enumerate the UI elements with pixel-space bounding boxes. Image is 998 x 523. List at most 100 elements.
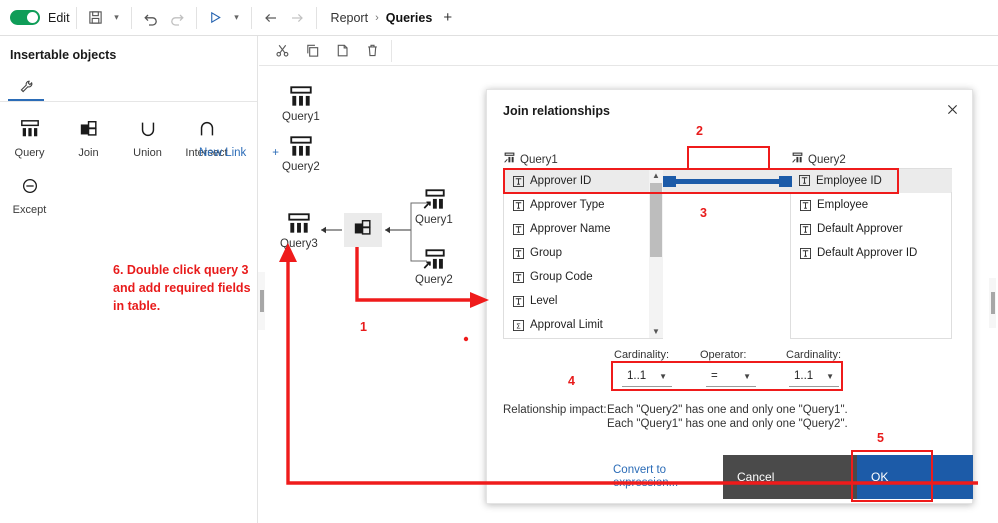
insertable-item-label: Union — [133, 147, 162, 159]
text-field-icon — [800, 223, 811, 235]
convert-to-expression-link[interactable]: Convert to expression... — [613, 464, 683, 490]
toolbar-divider — [75, 6, 77, 29]
canvas-node-join[interactable] — [344, 213, 382, 247]
breadcrumb-separator: › — [375, 11, 379, 24]
redo-icon[interactable] — [164, 5, 190, 31]
cardinality-left-value: 1..1 — [627, 370, 647, 382]
insertable-item-query[interactable]: Query — [0, 114, 59, 159]
field-list-item[interactable]: Approver Name — [504, 217, 662, 241]
text-field-icon — [800, 247, 811, 259]
canvas-node-query2[interactable]: Query2 — [282, 134, 320, 173]
run-icon[interactable] — [203, 5, 229, 31]
field-list-item[interactable]: Σ Approval Limit — [504, 313, 662, 337]
edit-toggle-label: Edit — [48, 10, 70, 25]
breadcrumb-item-queries[interactable]: Queries — [386, 11, 433, 25]
field-list-item[interactable]: Group Code — [504, 265, 662, 289]
save-dropdown-caret[interactable]: ▾ — [109, 12, 125, 23]
node-label: Query2 — [415, 274, 453, 286]
copy-icon[interactable] — [297, 38, 327, 64]
field-label: Approver ID — [530, 175, 592, 187]
toolbar-divider — [250, 6, 252, 29]
relationship-impact-label: Relationship impact: — [503, 404, 607, 416]
annotation-note-6: 6. Double click query 3 and add required… — [113, 263, 251, 313]
field-list-item[interactable]: Employee — [791, 193, 951, 217]
field-label: Employee — [817, 199, 869, 211]
edit-mode-toggle-group[interactable]: Edit — [0, 10, 70, 25]
query-icon — [288, 213, 310, 233]
field-label: Approver Name — [530, 223, 611, 235]
field-list-item[interactable]: Level — [504, 289, 662, 313]
scrollbar-thumb[interactable] — [650, 183, 662, 257]
field-list-item[interactable]: Default Approver ID — [791, 241, 951, 265]
right-splitter-handle[interactable] — [989, 278, 996, 328]
toolbar-divider — [315, 6, 317, 29]
cancel-button[interactable]: Cancel — [723, 455, 857, 499]
operator-label: Operator: — [700, 349, 747, 361]
new-link-plus-icon: + — [272, 147, 279, 159]
run-dropdown-caret[interactable]: ▾ — [229, 12, 245, 23]
back-arrow-icon[interactable] — [258, 5, 284, 31]
text-field-icon — [800, 199, 811, 211]
right-field-list[interactable]: Employee ID Employee Default Approver De… — [790, 168, 952, 339]
edit-toggle-switch[interactable] — [10, 10, 40, 25]
join-icon — [352, 218, 374, 243]
query-icon — [791, 152, 804, 167]
chevron-down-icon: ▼ — [743, 371, 751, 381]
breadcrumb-item-report[interactable]: Report — [331, 11, 369, 25]
measure-field-icon: Σ — [513, 319, 524, 331]
join-icon — [78, 114, 100, 144]
left-field-list[interactable]: Approver ID Approver Type Approver Name … — [503, 168, 663, 339]
canvas-toolbar — [259, 36, 998, 66]
ok-button[interactable]: OK — [857, 455, 973, 499]
wrench-icon[interactable] — [8, 74, 44, 101]
field-label: Level — [530, 295, 558, 307]
field-list-item[interactable]: Group — [504, 241, 662, 265]
dialog-title: Join relationships — [503, 104, 610, 118]
insertable-item-label: Query — [14, 147, 45, 159]
chevron-down-icon: ▼ — [659, 371, 667, 381]
operator-select[interactable]: = ▼ — [706, 366, 756, 387]
insertable-objects-grid: Query Join Union Intersect Except — [0, 102, 257, 228]
application-window: Edit ▾ ▾ Report › Queries + Insertable o… — [0, 0, 998, 523]
cardinality-left-select[interactable]: 1..1 ▼ — [622, 366, 672, 387]
insertable-item-join[interactable]: Join — [59, 114, 118, 159]
splitter-grip — [990, 292, 995, 314]
field-label: Default Approver — [817, 223, 903, 235]
query-shortcut-icon — [423, 189, 445, 209]
delete-icon[interactable] — [357, 38, 387, 64]
query-icon — [290, 136, 312, 156]
field-list-item[interactable]: Approver ID — [504, 169, 662, 193]
right-selected-field[interactable]: Employee ID — [790, 169, 952, 192]
insertable-item-label: Except — [12, 204, 47, 216]
paste-icon[interactable] — [327, 38, 357, 64]
forward-arrow-icon[interactable] — [284, 5, 310, 31]
text-field-icon — [513, 199, 524, 211]
field-list-item[interactable]: Default Approver — [791, 217, 951, 241]
insertable-item-union[interactable]: Union — [118, 114, 177, 159]
canvas-node-query2-shortcut[interactable]: Query2 — [415, 247, 453, 286]
canvas-node-query1[interactable]: Query1 — [282, 84, 320, 123]
add-tab-button[interactable]: + — [443, 9, 452, 26]
intersect-icon — [196, 114, 218, 144]
save-icon[interactable] — [83, 5, 109, 31]
undo-icon[interactable] — [138, 5, 164, 31]
canvas-toolbar-divider — [391, 39, 392, 62]
scroll-down-arrow-icon[interactable]: ▼ — [649, 325, 663, 338]
field-list-item[interactable]: Approver Type — [504, 193, 662, 217]
scroll-up-arrow-icon[interactable]: ▲ — [649, 169, 663, 182]
canvas-node-query3[interactable]: Query3 — [280, 211, 318, 250]
cut-icon[interactable] — [267, 38, 297, 64]
text-field-icon — [513, 223, 524, 235]
svg-text:Σ: Σ — [516, 321, 521, 330]
new-link-button[interactable]: New Link + — [199, 147, 279, 159]
left-list-scrollbar[interactable]: ▲ ▼ — [649, 169, 663, 338]
canvas-node-query1-shortcut[interactable]: Query1 — [415, 187, 453, 226]
left-splitter-handle[interactable] — [258, 272, 265, 330]
close-icon[interactable] — [942, 99, 962, 119]
insertable-item-except[interactable]: Except — [0, 171, 59, 216]
chevron-down-icon: ▼ — [826, 371, 834, 381]
cardinality-left-label: Cardinality: — [614, 349, 670, 361]
field-label: Default Approver ID — [817, 247, 918, 259]
join-link-connector[interactable] — [663, 176, 792, 187]
cardinality-right-select[interactable]: 1..1 ▼ — [789, 366, 839, 387]
